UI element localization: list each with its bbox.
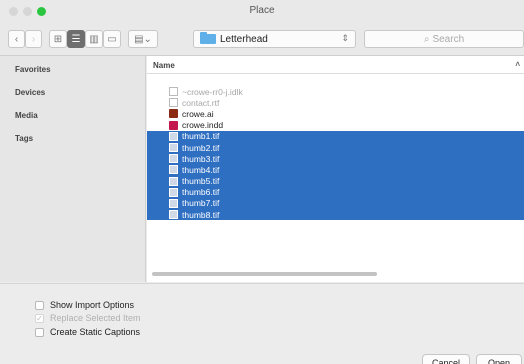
file-name: crowe.indd xyxy=(182,120,224,131)
folder-icon xyxy=(200,32,216,44)
image-icon xyxy=(169,154,178,164)
location-popup[interactable]: Letterhead ⇕ xyxy=(193,30,356,48)
document-icon xyxy=(169,98,178,108)
open-button[interactable]: Open xyxy=(476,354,522,364)
title-bar: Place xyxy=(0,0,524,22)
file-list: Name ˄ ~crowe-rr0-j.idlk contact.rtf crowe… xyxy=(147,56,524,282)
cover-flow-button[interactable]: ▭ xyxy=(103,30,121,48)
file-row[interactable]: thumb7.tif xyxy=(147,197,524,210)
show-import-options-label: Show Import Options xyxy=(50,300,135,310)
file-row[interactable]: thumb8.tif xyxy=(147,209,524,221)
create-static-captions-label: Create Static Captions xyxy=(50,327,141,337)
file-row[interactable]: crowe.indd xyxy=(147,120,524,131)
image-icon xyxy=(169,176,178,186)
search-placeholder: Search xyxy=(432,33,465,45)
list-icon: ☰ xyxy=(71,33,81,45)
file-row[interactable]: thumb5.tif xyxy=(147,175,524,187)
sidebar-item-tags[interactable]: Tags xyxy=(0,134,145,157)
file-row[interactable]: thumb2.tif xyxy=(147,141,524,154)
file-name: thumb8.tif xyxy=(182,209,220,220)
image-icon xyxy=(169,131,178,141)
horizontal-scrollbar[interactable] xyxy=(152,272,377,276)
file-name: thumb6.tif xyxy=(182,187,220,198)
sidebar-item-favorites[interactable]: Favorites xyxy=(0,65,145,88)
chevron-right-icon: › xyxy=(31,33,36,45)
sidebar-item-devices[interactable]: Devices xyxy=(0,88,145,111)
file-rows: ~crowe-rr0-j.idlk contact.rtf crowe.ai crow… xyxy=(147,86,524,221)
file-row[interactable]: thumb6.tif xyxy=(147,186,524,198)
search-icon: ⌕ xyxy=(423,33,430,45)
file-row[interactable]: thumb1.tif xyxy=(147,130,524,142)
name-column-label: Name xyxy=(153,61,175,70)
cancel-button[interactable]: Cancel xyxy=(422,354,470,364)
forward-button[interactable]: › xyxy=(25,30,42,48)
file-row[interactable]: contact.rtf xyxy=(147,97,524,108)
file-name: thumb1.tif xyxy=(182,131,220,142)
name-column-header[interactable]: Name ˄ xyxy=(147,56,524,74)
file-name: contact.rtf xyxy=(182,97,220,108)
file-name: ~crowe-rr0-j.idlk xyxy=(182,86,243,97)
illustrator-icon xyxy=(169,109,178,119)
file-name: thumb7.tif xyxy=(182,198,220,209)
up-down-arrows-icon: ⇕ xyxy=(341,33,349,43)
file-row[interactable]: crowe.ai xyxy=(147,108,524,119)
arrange-icon: ▤⌄ xyxy=(134,33,152,45)
file-row[interactable]: thumb4.tif xyxy=(147,164,524,176)
image-icon xyxy=(169,165,178,175)
image-icon xyxy=(169,143,178,153)
image-icon xyxy=(169,187,178,197)
grid-icon: ⊞ xyxy=(53,33,63,45)
replace-selected-item-checkbox[interactable]: ✓ Replace Selected Item xyxy=(35,313,141,323)
file-row[interactable]: ~crowe-rr0-j.idlk xyxy=(147,86,524,97)
image-icon xyxy=(169,198,178,208)
search-field[interactable]: ⌕ Search xyxy=(364,30,524,48)
arrange-menu-button[interactable]: ▤⌄ xyxy=(128,30,158,48)
columns-icon: ▥ xyxy=(89,33,99,45)
file-name: crowe.ai xyxy=(182,108,214,119)
chevron-left-icon: ‹ xyxy=(14,33,19,45)
list-view-button[interactable]: ☰ xyxy=(67,30,85,48)
cover-flow-icon: ▭ xyxy=(107,33,117,45)
sidebar: Favorites Devices Media Tags xyxy=(0,56,146,282)
list-top-spacer xyxy=(147,74,524,86)
back-button[interactable]: ‹ xyxy=(8,30,25,48)
file-name: thumb2.tif xyxy=(182,142,220,153)
document-icon xyxy=(169,87,178,97)
create-static-captions-checkbox[interactable]: Create Static Captions xyxy=(35,327,140,337)
checkbox-box xyxy=(35,327,44,337)
column-view-button[interactable]: ▥ xyxy=(85,30,103,48)
sidebar-item-media[interactable]: Media xyxy=(0,111,145,134)
file-name: thumb3.tif xyxy=(182,153,220,164)
replace-selected-item-label: Replace Selected Item xyxy=(50,313,141,323)
toolbar: ‹ › ⊞ ☰ ▥ ▭ ▤⌄ Letterhead ⇕ ⌕ Search xyxy=(0,22,524,56)
file-row[interactable]: thumb3.tif xyxy=(147,153,524,165)
image-icon xyxy=(169,210,178,220)
show-import-options-checkbox[interactable]: Show Import Options xyxy=(35,300,134,310)
file-name: thumb4.tif xyxy=(182,164,220,175)
location-label: Letterhead xyxy=(220,33,268,45)
checkbox-box xyxy=(35,300,44,310)
file-name: thumb5.tif xyxy=(182,176,220,187)
icon-view-button[interactable]: ⊞ xyxy=(49,30,67,48)
sort-ascending-icon: ˄ xyxy=(515,60,520,69)
indesign-icon xyxy=(169,120,178,130)
checkmark-icon: ✓ xyxy=(35,313,44,323)
import-options-panel: Show Import Options ✓ Replace Selected I… xyxy=(0,283,524,364)
window-title: Place xyxy=(249,5,275,16)
